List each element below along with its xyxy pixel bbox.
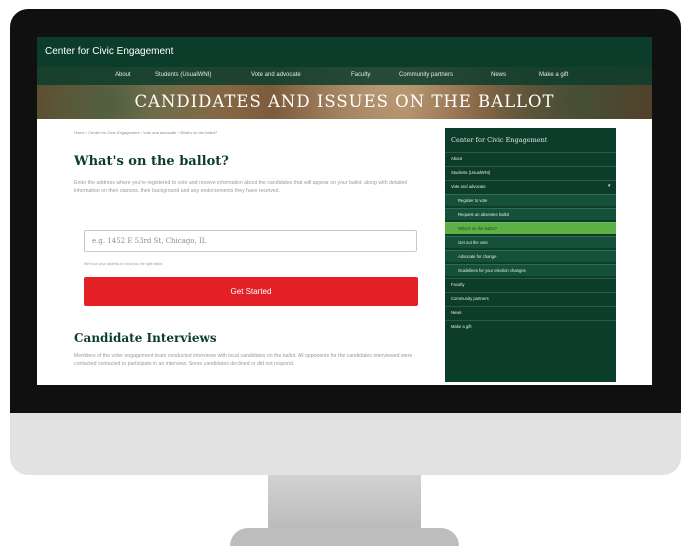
sidebar-item-community-partners[interactable]: Community partners	[445, 292, 616, 304]
sidebar-item-label: Advocate for change	[458, 254, 497, 259]
page-hero-title: CANDIDATES AND ISSUES ON THE BALLOT	[134, 92, 555, 111]
address-help-text: We'll use your address to show you the r…	[84, 262, 163, 266]
sidebar-item-label: About	[451, 156, 462, 161]
chevron-down-icon[interactable]: ▾	[607, 183, 610, 189]
sidebar-item-advocate-for-change[interactable]: Advocate for change	[445, 250, 616, 262]
hero-banner: About Students (UsualWNI) Vote and advoc…	[37, 67, 652, 119]
breadcrumb[interactable]: Home › Center for Civic Engagement › Vot…	[74, 130, 217, 135]
sidebar-item-label: Register to vote	[458, 198, 488, 203]
address-input[interactable]	[84, 230, 417, 252]
sidebar-item-guidelines[interactable]: Guidelines for your election changes	[445, 264, 616, 276]
nav-item-students[interactable]: Students (UsualWNI)	[155, 72, 211, 78]
sidebar-item-about[interactable]: About	[445, 152, 616, 164]
get-started-button[interactable]: Get Started	[84, 277, 418, 306]
main-nav: About Students (UsualWNI) Vote and advoc…	[37, 67, 652, 85]
sidebar-item-absentee-ballot[interactable]: Request an absentee ballot	[445, 208, 616, 220]
sidebar-item-register-to-vote[interactable]: Register to vote	[445, 194, 616, 206]
sidebar-item-news[interactable]: News	[445, 306, 616, 318]
nav-item-make-a-gift[interactable]: Make a gift	[539, 72, 568, 78]
sidebar-item-label: Guidelines for your election changes	[458, 268, 526, 273]
sidebar-item-whats-on-the-ballot[interactable]: What's on the ballot?	[445, 222, 616, 234]
site-title[interactable]: Center for Civic Engagement	[45, 46, 173, 57]
nav-item-faculty[interactable]: Faculty	[351, 72, 370, 78]
sidebar-item-make-a-gift[interactable]: Make a gift	[445, 320, 616, 332]
monitor-stand-base	[230, 528, 459, 546]
sidebar-item-label: Make a gift	[451, 324, 472, 329]
nav-item-about[interactable]: About	[115, 72, 131, 78]
browser-screen: Center for Civic Engagement About Studen…	[37, 37, 652, 385]
sidebar-item-label: Vote and advocate	[451, 184, 486, 189]
sidebar-item-label: Students (UsualWNI)	[451, 170, 491, 175]
nav-item-news[interactable]: News	[491, 72, 506, 78]
monitor-chin	[10, 413, 681, 475]
sidebar-item-vote-and-advocate[interactable]: Vote and advocate ▾	[445, 180, 616, 192]
sidebar-item-label: What's on the ballot?	[458, 226, 497, 231]
sidebar-item-label: Request an absentee ballot	[458, 212, 509, 217]
page-title: What's on the ballot?	[74, 154, 229, 169]
monitor-stand	[268, 475, 421, 533]
sidebar-item-label: Get out the vote	[458, 240, 488, 245]
sidebar-item-students[interactable]: Students (UsualWNI)	[445, 166, 616, 178]
sidebar-item-get-out-the-vote[interactable]: Get out the vote	[445, 236, 616, 248]
sidebar-item-label: Faculty	[451, 282, 465, 287]
site-header: Center for Civic Engagement	[37, 37, 652, 67]
intro-text: Enter the address where you're registere…	[74, 180, 408, 194]
nav-item-vote-and-advocate[interactable]: Vote and advocate	[251, 72, 301, 78]
interviews-text: Members of the voter engagement team con…	[74, 353, 413, 367]
sidebar-item-label: Community partners	[451, 296, 489, 301]
sidebar-item-label: News	[451, 310, 462, 315]
nav-item-community-partners[interactable]: Community partners	[399, 72, 453, 78]
sidebar-item-faculty[interactable]: Faculty	[445, 278, 616, 290]
interviews-heading: Candidate Interviews	[74, 331, 217, 345]
section-sidebar: Center for Civic Engagement About Studen…	[445, 128, 616, 382]
sidebar-title[interactable]: Center for Civic Engagement	[451, 136, 547, 144]
